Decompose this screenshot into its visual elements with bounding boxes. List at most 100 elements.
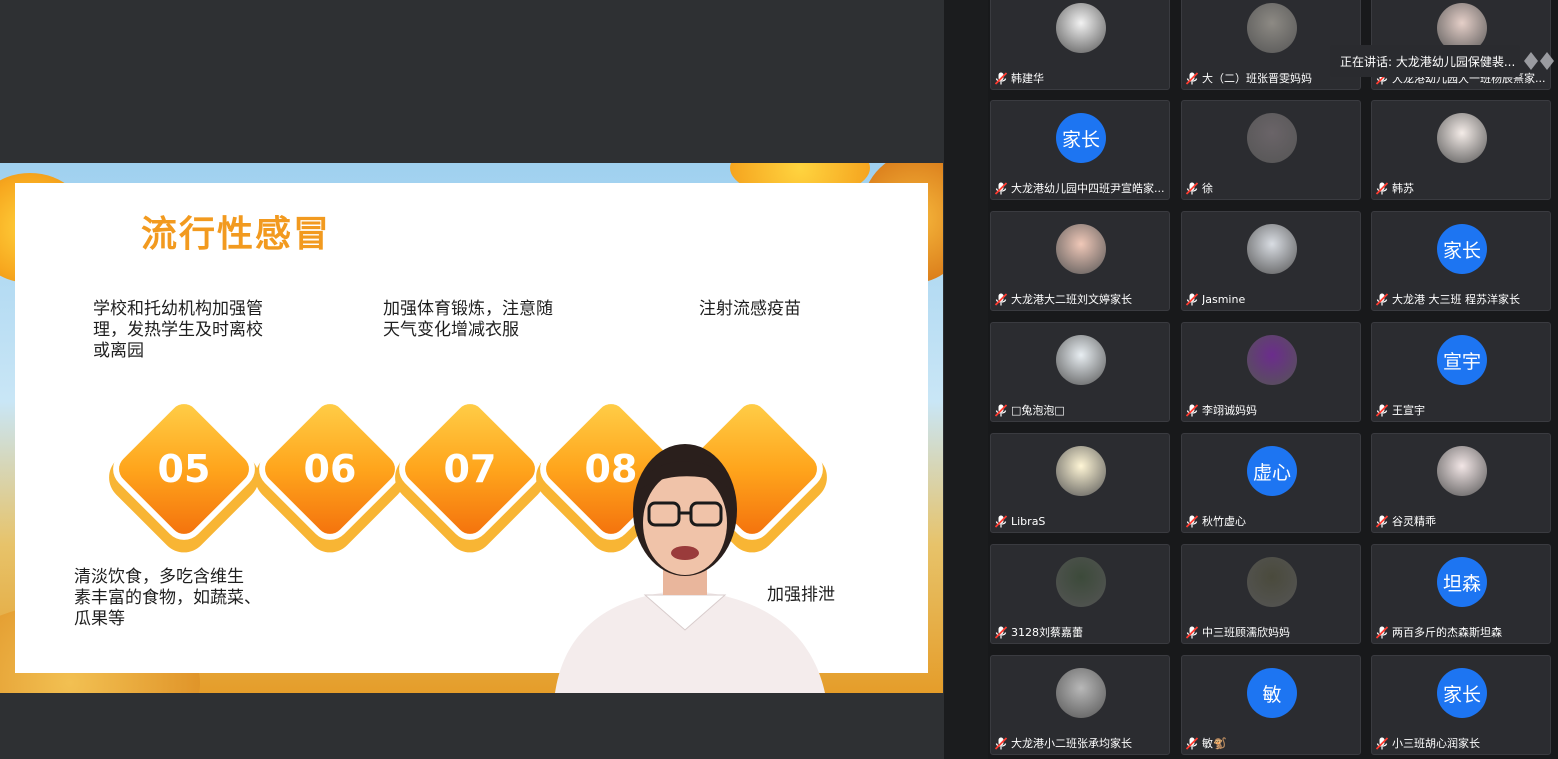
- participant-name-bar: 中三班顾濡欣妈妈: [1186, 624, 1290, 640]
- muted-mic-icon[interactable]: [995, 403, 1007, 417]
- diamond-number-06: 06: [303, 447, 357, 491]
- avatar-initials: 敏: [1247, 668, 1297, 718]
- muted-mic-icon[interactable]: [1186, 514, 1198, 528]
- avatar-photo: [1056, 3, 1106, 53]
- muted-mic-icon[interactable]: [995, 181, 1007, 195]
- muted-mic-icon[interactable]: [995, 736, 1007, 750]
- muted-mic-icon[interactable]: [1376, 181, 1388, 195]
- participant-tile[interactable]: 中三班顾濡欣妈妈: [1181, 544, 1361, 644]
- item-text-05: 清淡饮食，多吃含维生 素丰富的食物，如蔬菜、 瓜果等: [74, 567, 261, 629]
- avatar-photo: [1247, 224, 1297, 274]
- participant-name-bar: 大龙港大二班刘文婷家长: [995, 291, 1132, 307]
- participant-name: 大龙港 大三班 程苏洋家长: [1392, 293, 1520, 306]
- participant-name: 中三班顾濡欣妈妈: [1202, 626, 1290, 639]
- avatar-initials: 家长: [1056, 113, 1106, 163]
- participant-tile[interactable]: 敏敏🐒: [1181, 655, 1361, 755]
- participant-tile[interactable]: 3128刘蔡嘉蕾: [990, 544, 1170, 644]
- avatar-photo: [1437, 113, 1487, 163]
- participant-tile[interactable]: 李翊诚妈妈: [1181, 322, 1361, 422]
- participant-tile[interactable]: 坦森 两百多斤的杰森斯坦森: [1371, 544, 1551, 644]
- slide-title: 流行性感冒: [141, 214, 332, 255]
- item-text-07: 加强体育锻炼，注意随 天气变化增减衣服: [383, 299, 553, 340]
- avatar-photo: [1247, 3, 1297, 53]
- participant-tile[interactable]: 韩建华: [990, 0, 1170, 90]
- muted-mic-icon[interactable]: [1186, 181, 1198, 195]
- participant-name: 韩建华: [1011, 72, 1044, 85]
- more-options-icon[interactable]: [1518, 48, 1558, 74]
- participant-name: 大龙港大二班刘文婷家长: [1011, 293, 1132, 306]
- participant-tile[interactable]: 徐: [1181, 100, 1361, 200]
- participant-name: □兔泡泡□: [1011, 404, 1065, 417]
- participant-name-bar: 两百多斤的杰森斯坦森: [1376, 624, 1502, 640]
- avatar-photo: [1056, 335, 1106, 385]
- muted-mic-icon[interactable]: [1376, 403, 1388, 417]
- muted-mic-icon[interactable]: [1186, 625, 1198, 639]
- participant-name-bar: 大龙港 大三班 程苏洋家长: [1376, 291, 1520, 307]
- participant-tile[interactable]: 家长大龙港幼儿园中四班尹宣皓家...: [990, 100, 1170, 200]
- participant-name-bar: 韩建华: [995, 70, 1044, 86]
- avatar-initials: 家长: [1437, 224, 1487, 274]
- participant-name-bar: 谷灵精乖: [1376, 513, 1436, 529]
- participant-tile[interactable]: 家长大龙港 大三班 程苏洋家长: [1371, 211, 1551, 311]
- participant-name: Jasmine: [1202, 292, 1246, 306]
- participant-name: 大（二）班张晋雯妈妈: [1202, 72, 1312, 85]
- muted-mic-icon[interactable]: [1376, 736, 1388, 750]
- participant-name-bar: LibraS: [995, 513, 1045, 529]
- muted-mic-icon[interactable]: [1376, 625, 1388, 639]
- participant-tile[interactable]: 家长小三班胡心润家长: [1371, 655, 1551, 755]
- avatar-initials: 宣宇: [1437, 335, 1487, 385]
- muted-mic-icon[interactable]: [1186, 736, 1198, 750]
- participant-tile[interactable]: 宣宇王宣宇: [1371, 322, 1551, 422]
- participant-name-bar: Jasmine: [1186, 291, 1245, 307]
- participant-name: 谷灵精乖: [1392, 515, 1436, 528]
- participant-tile[interactable]: 谷灵精乖: [1371, 433, 1551, 533]
- avatar-initials: 家长: [1437, 668, 1487, 718]
- participant-name-bar: 大龙港小二班张承均家长: [995, 735, 1132, 751]
- gallery-scroll-gutter[interactable]: [944, 0, 988, 759]
- participant-name: 王宣宇: [1392, 404, 1425, 417]
- participant-tile[interactable]: □兔泡泡□: [990, 322, 1170, 422]
- participant-tile[interactable]: LibraS: [990, 433, 1170, 533]
- avatar-photo: [1056, 668, 1106, 718]
- participant-name: 韩苏: [1392, 182, 1414, 195]
- participant-name-bar: 秋竹虚心: [1186, 513, 1246, 529]
- muted-mic-icon[interactable]: [995, 71, 1007, 85]
- participant-name: 敏🐒: [1202, 737, 1227, 750]
- diamond-number-05: 05: [157, 447, 211, 491]
- muted-mic-icon[interactable]: [1186, 71, 1198, 85]
- participant-name-bar: 小三班胡心润家长: [1376, 735, 1480, 751]
- participant-name-bar: 王宣宇: [1376, 402, 1425, 418]
- muted-mic-icon[interactable]: [1186, 292, 1198, 306]
- participant-name: 小三班胡心润家长: [1392, 737, 1480, 750]
- participant-name: 秋竹虚心: [1202, 515, 1246, 528]
- participant-tile[interactable]: 虚心秋竹虚心: [1181, 433, 1361, 533]
- avatar-photo: [1056, 557, 1106, 607]
- muted-mic-icon[interactable]: [1186, 403, 1198, 417]
- participant-name-bar: 韩苏: [1376, 180, 1414, 196]
- muted-mic-icon[interactable]: [995, 625, 1007, 639]
- avatar-initials: 虚心: [1247, 446, 1297, 496]
- participant-tile[interactable]: Jasmine: [1181, 211, 1361, 311]
- muted-mic-icon[interactable]: [1376, 292, 1388, 306]
- participant-name-bar: 大龙港幼儿园中四班尹宣皓家...: [995, 180, 1165, 196]
- item-text-08: 注射流感疫苗: [699, 299, 801, 319]
- avatar-photo: [1247, 557, 1297, 607]
- participant-name-bar: 大（二）班张晋雯妈妈: [1186, 70, 1312, 86]
- participant-name: 李翊诚妈妈: [1202, 404, 1257, 417]
- muted-mic-icon[interactable]: [1376, 514, 1388, 528]
- participant-name: LibraS: [1011, 514, 1046, 528]
- presenter-video: [555, 444, 825, 693]
- muted-mic-icon[interactable]: [995, 514, 1007, 528]
- shared-screen-area: 流行性感冒 学校和托幼机构加强管 理，发热学生及时离校 或离园 加强体育锻炼，注…: [0, 0, 944, 759]
- participant-name-bar: 敏🐒: [1186, 735, 1227, 751]
- participant-tile[interactable]: 韩苏: [1371, 100, 1551, 200]
- participant-name: 大龙港小二班张承均家长: [1011, 737, 1132, 750]
- speaking-indicator: 正在讲话: 大龙港幼儿园保健裴...: [1330, 45, 1520, 77]
- participant-name: 大龙港幼儿园中四班尹宣皓家...: [1011, 182, 1165, 195]
- participant-tile[interactable]: 大龙港大二班刘文婷家长: [990, 211, 1170, 311]
- participant-name: 徐: [1202, 182, 1213, 195]
- participant-name-bar: 李翊诚妈妈: [1186, 402, 1257, 418]
- participant-tile[interactable]: 大龙港小二班张承均家长: [990, 655, 1170, 755]
- muted-mic-icon[interactable]: [995, 292, 1007, 306]
- diamond-number-07: 07: [443, 447, 497, 491]
